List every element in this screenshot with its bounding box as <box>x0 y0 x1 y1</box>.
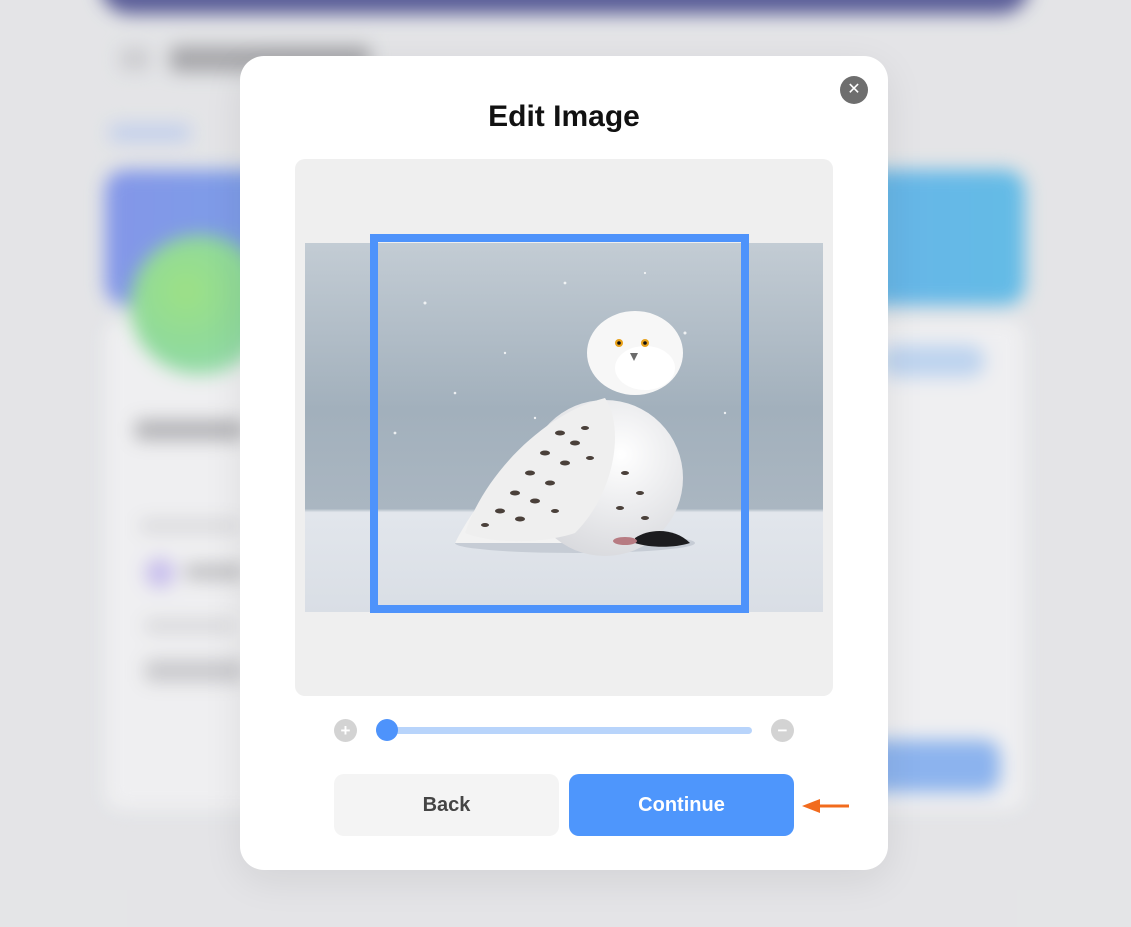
continue-button[interactable]: Continue <box>569 774 794 836</box>
edit-image-dialog: ✕ Edit Image + − Back Continue <box>240 56 888 870</box>
zoom-slider-thumb[interactable] <box>376 719 399 741</box>
crop-frame[interactable] <box>370 234 749 613</box>
plus-icon: + <box>340 721 351 740</box>
zoom-out-button[interactable]: − <box>771 719 794 742</box>
minus-icon: − <box>777 721 788 740</box>
arrow-left-icon <box>802 799 849 813</box>
zoom-slider[interactable] <box>376 719 752 741</box>
zoom-control: + − <box>334 718 794 742</box>
zoom-in-button[interactable]: + <box>334 719 357 742</box>
dialog-title: Edit Image <box>488 100 640 133</box>
image-crop-area[interactable] <box>295 159 833 696</box>
back-button[interactable]: Back <box>334 774 559 836</box>
close-icon: ✕ <box>847 81 861 98</box>
